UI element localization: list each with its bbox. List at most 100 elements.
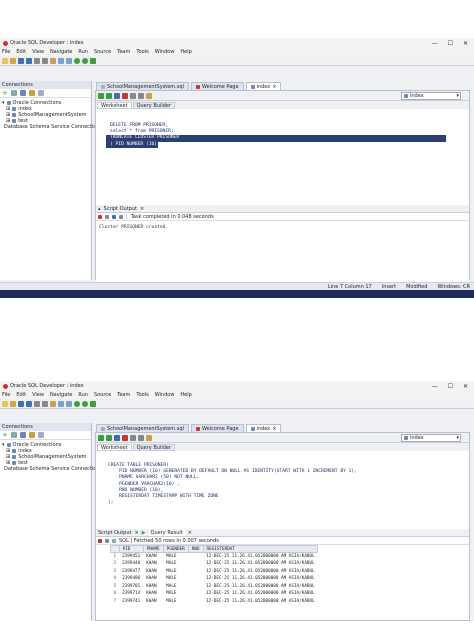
table-cell[interactable]: MALE: [163, 590, 188, 598]
table-row[interactable]: 1 2399451 KHAN MALE 12-DEC-25 11.26.41.05200…: [111, 553, 318, 561]
menu-help[interactable]: Help: [180, 392, 191, 398]
table-cell[interactable]: [188, 590, 203, 598]
filter-icon[interactable]: [28, 432, 35, 438]
tab-schoolmanagementsystem-sql[interactable]: SchoolManagementSystem.sql: [96, 82, 189, 90]
tree-item-schema-service[interactable]: Database Schema Service Connections: [2, 124, 102, 130]
run-statement-icon[interactable]: [98, 92, 104, 99]
connection-selector[interactable]: index ▾: [401, 92, 461, 100]
table-cell[interactable]: MALE: [163, 575, 188, 583]
table-cell[interactable]: 2399486: [119, 575, 143, 583]
table-cell[interactable]: 12-DEC-25 11.26.41.052000000 AM ASIA/KAB…: [203, 553, 318, 561]
clear-icon[interactable]: [146, 92, 152, 99]
table-cell[interactable]: 2399741: [119, 598, 143, 606]
print-icon[interactable]: [105, 538, 109, 543]
run-icon[interactable]: [90, 400, 96, 407]
back-icon[interactable]: [74, 400, 80, 407]
tab-script-output[interactable]: Script Output: [104, 206, 137, 212]
minimize-button[interactable]: —: [432, 40, 438, 47]
table-cell[interactable]: [188, 568, 203, 576]
table-cell[interactable]: MALE: [163, 568, 188, 576]
new-icon[interactable]: [2, 400, 8, 407]
print-icon[interactable]: [119, 214, 123, 219]
column-header-registerdat[interactable]: REGISTERDAT: [202, 545, 319, 553]
autotrace-icon[interactable]: [138, 434, 144, 441]
run-icon[interactable]: [90, 57, 96, 64]
menu-navigate[interactable]: Navigate: [50, 392, 72, 398]
tab-script-output[interactable]: Script Output: [98, 530, 131, 536]
refresh-icon[interactable]: [10, 90, 17, 96]
maximize-button[interactable]: ☐: [448, 383, 453, 390]
tab-worksheet[interactable]: Worksheet: [97, 102, 132, 109]
menu-file[interactable]: File: [2, 392, 10, 398]
menu-window[interactable]: Window: [155, 49, 175, 55]
table-cell[interactable]: [188, 575, 203, 583]
redo-icon[interactable]: [66, 57, 72, 64]
copy-icon[interactable]: [42, 400, 48, 407]
maximize-button[interactable]: ☐: [448, 40, 453, 47]
table-cell[interactable]: 12-DEC-25 11.26.41.052000000 AM ASIA/KAB…: [203, 560, 318, 568]
menu-edit[interactable]: Edit: [16, 49, 26, 55]
close-button[interactable]: ✕: [463, 383, 468, 390]
column-header-pname[interactable]: PNAME: [142, 545, 164, 553]
pin-icon[interactable]: [98, 214, 102, 219]
schema-browser-icon[interactable]: [19, 432, 26, 438]
table-cell[interactable]: KHAN: [143, 583, 163, 591]
menu-tools[interactable]: Tools: [136, 49, 148, 55]
table-cell[interactable]: KHAN: [143, 560, 163, 568]
tab-query-builder[interactable]: Query Builder: [132, 444, 176, 451]
back-icon[interactable]: [74, 57, 80, 64]
table-cell[interactable]: 2399714: [119, 590, 143, 598]
tab-schoolmanagementsystem-sql[interactable]: SchoolManagementSystem.sql: [96, 424, 189, 432]
column-header-pid[interactable]: PID: [118, 545, 144, 553]
pin-icon[interactable]: [98, 538, 102, 543]
menu-team[interactable]: Team: [117, 49, 130, 55]
menu-help[interactable]: Help: [180, 49, 191, 55]
open-icon[interactable]: [10, 400, 16, 407]
undo-icon[interactable]: [58, 57, 64, 64]
commit-icon[interactable]: [114, 434, 120, 441]
filter-icon[interactable]: [28, 90, 35, 96]
table-cell[interactable]: 12-DEC-25 11.26.41.052000000 AM ASIA/KAB…: [203, 575, 318, 583]
table-cell[interactable]: 2399477: [119, 568, 143, 576]
close-tab-icon[interactable]: ×: [188, 530, 192, 536]
tab-welcome-page[interactable]: Welcome Page: [190, 82, 244, 90]
table-cell[interactable]: 12-DEC-25 11.26.41.052000000 AM ASIA/KAB…: [203, 590, 318, 598]
tab-query-result[interactable]: Query Result: [148, 529, 185, 536]
add-connection-icon[interactable]: +: [2, 89, 8, 97]
forward-icon[interactable]: [82, 57, 88, 64]
table-cell[interactable]: KHAN: [143, 553, 163, 561]
table-cell[interactable]: 2399701: [119, 583, 143, 591]
table-cell[interactable]: [188, 553, 203, 561]
menu-file[interactable]: File: [2, 49, 10, 55]
commit-icon[interactable]: [114, 92, 120, 99]
table-row[interactable]: 6 2399714 KHAN MALE 12-DEC-25 11.26.41.05200…: [111, 590, 318, 598]
table-cell[interactable]: [188, 598, 203, 606]
run-statement-icon[interactable]: [98, 434, 104, 441]
table-cell[interactable]: 2399451: [119, 553, 143, 561]
table-row[interactable]: 5 2399701 KHAN MALE 12-DEC-25 11.26.41.05200…: [111, 583, 318, 591]
menu-tools[interactable]: Tools: [136, 392, 148, 398]
table-cell[interactable]: MALE: [163, 598, 188, 606]
menu-source[interactable]: Source: [94, 392, 111, 398]
minimize-button[interactable]: —: [432, 383, 438, 390]
table-row[interactable]: 2 2399448 KHAN MALE 12-DEC-25 11.26.41.05200…: [111, 560, 318, 568]
tab-index[interactable]: index ×: [245, 82, 282, 90]
menu-run[interactable]: Run: [78, 49, 88, 55]
table-cell[interactable]: 12-DEC-25 11.26.41.052000000 AM ASIA/KAB…: [203, 583, 318, 591]
explain-plan-icon[interactable]: [130, 92, 136, 99]
collapse-icon[interactable]: [37, 432, 44, 438]
table-cell[interactable]: KHAN: [143, 598, 163, 606]
schema-browser-icon[interactable]: [19, 90, 26, 96]
table-cell[interactable]: 12-DEC-25 11.26.41.052000000 AM ASIA/KAB…: [203, 568, 318, 576]
column-header-rno[interactable]: RNO: [187, 545, 204, 553]
tab-query-builder[interactable]: Query Builder: [132, 102, 176, 109]
rollback-icon[interactable]: [122, 434, 128, 441]
refresh-icon[interactable]: [10, 432, 17, 438]
table-cell[interactable]: [188, 583, 203, 591]
clear-icon[interactable]: [146, 434, 152, 441]
paste-icon[interactable]: [50, 57, 56, 64]
arrow-up-icon[interactable]: ▴: [98, 206, 101, 212]
table-row[interactable]: 7 2399741 KHAN MALE 12-DEC-25 11.26.41.05200…: [111, 598, 318, 606]
menu-view[interactable]: View: [32, 49, 44, 55]
save-icon[interactable]: [18, 57, 24, 64]
